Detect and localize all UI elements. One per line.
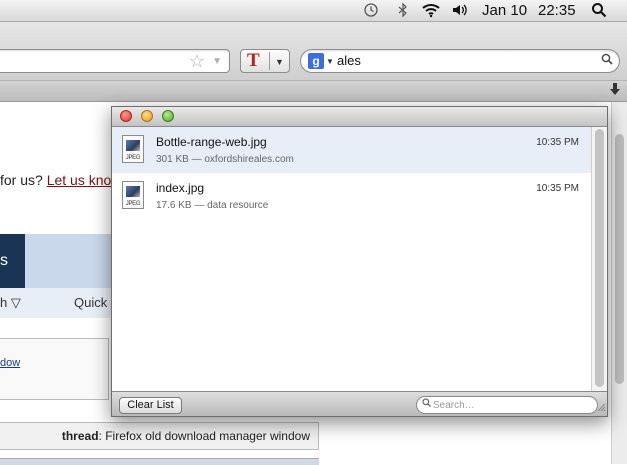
spotlight-magnifier-icon[interactable]: [590, 2, 608, 20]
zoom-button[interactable]: [162, 110, 174, 122]
download-time: 10:35 PM: [536, 183, 579, 194]
bookmark-bar: [0, 80, 627, 102]
downloads-search-input[interactable]: [433, 398, 583, 412]
downloads-window: JPEG Bottle-range-web.jpg 301 KB — oxfor…: [111, 106, 608, 417]
volume-icon[interactable]: [451, 2, 469, 20]
download-filename: Bottle-range-web.jpg: [156, 135, 267, 149]
url-history-dropdown-icon[interactable]: ▼: [212, 52, 222, 72]
wifi-icon[interactable]: [420, 2, 442, 20]
download-filename: index.jpg: [156, 181, 205, 195]
bookmark-star-icon[interactable]: ☆: [189, 51, 205, 71]
download-meta: 301 KB — oxfordshireales.com: [156, 154, 294, 165]
downloads-footer: Clear List: [112, 391, 607, 416]
sidebar-window-link[interactable]: dow: [0, 357, 20, 369]
download-time: 10:35 PM: [536, 137, 579, 148]
feedback-prompt: for us? Let us know: [0, 172, 121, 188]
extension-t-icon: T: [247, 50, 260, 71]
window-titlebar[interactable]: [112, 107, 607, 127]
search-icon[interactable]: [601, 51, 613, 71]
download-meta: 17.6 KB — data resource: [156, 200, 269, 211]
search-icon: [422, 397, 431, 413]
browser-toolbar: ☆ ▼ T ▼ g ▼ ales: [0, 22, 627, 80]
google-logo-icon[interactable]: g: [308, 53, 324, 69]
thread-title: : Firefox old download manager window: [98, 429, 310, 443]
search-query-text[interactable]: ales: [337, 50, 361, 72]
page-scrollbar[interactable]: [611, 102, 627, 464]
downloads-arrow-icon[interactable]: [609, 82, 621, 101]
time-machine-icon[interactable]: [361, 2, 381, 20]
file-type-label: JPEG: [125, 155, 141, 161]
subnav-search-item[interactable]: h ▽: [0, 288, 21, 318]
sub-nav: h ▽ Quick: [0, 288, 115, 318]
minimize-button[interactable]: [141, 110, 153, 122]
downloads-list: JPEG Bottle-range-web.jpg 301 KB — oxfor…: [112, 127, 591, 391]
downloads-scrollbar[interactable]: [591, 127, 607, 391]
page-scrollbar-thumb[interactable]: [615, 134, 624, 384]
sidebar-box: dow: [0, 338, 109, 400]
url-bar[interactable]: ☆ ▼: [0, 49, 230, 73]
feedback-prompt-text: for us?: [0, 172, 47, 188]
bluetooth-icon[interactable]: [394, 2, 412, 20]
downloads-search-field[interactable]: [416, 396, 598, 414]
close-button[interactable]: [120, 110, 132, 122]
menubar-clock[interactable]: 22:35: [538, 2, 576, 20]
extension-menu-arrow-icon[interactable]: ▼: [275, 52, 284, 72]
search-engine-dropdown-icon[interactable]: ▼: [326, 52, 334, 72]
menubar-date[interactable]: Jan 10: [482, 2, 527, 20]
resize-grip-icon[interactable]: [596, 402, 606, 415]
search-bar[interactable]: g ▼ ales: [300, 49, 620, 73]
thread-title-bar: thread: Firefox old download manager win…: [0, 422, 319, 450]
nav-tab-active[interactable]: s: [0, 234, 25, 288]
extension-t-button[interactable]: T ▼: [240, 49, 290, 73]
jpeg-file-icon: JPEG: [122, 135, 144, 163]
subnav-quick-item[interactable]: Quick: [74, 288, 107, 318]
downloads-scrollbar-thumb[interactable]: [595, 129, 604, 387]
menubar: Jan 10 22:35: [0, 0, 627, 22]
download-item[interactable]: JPEG index.jpg 17.6 KB — data resource 1…: [112, 173, 591, 219]
file-type-label: JPEG: [125, 201, 141, 207]
thread-label: thread: [61, 429, 99, 443]
button-separator: [269, 52, 270, 70]
nav-bar: [25, 234, 115, 288]
download-item[interactable]: JPEG Bottle-range-web.jpg 301 KB — oxfor…: [112, 127, 591, 173]
jpeg-file-icon: JPEG: [122, 181, 144, 209]
clear-list-button[interactable]: Clear List: [119, 397, 182, 414]
